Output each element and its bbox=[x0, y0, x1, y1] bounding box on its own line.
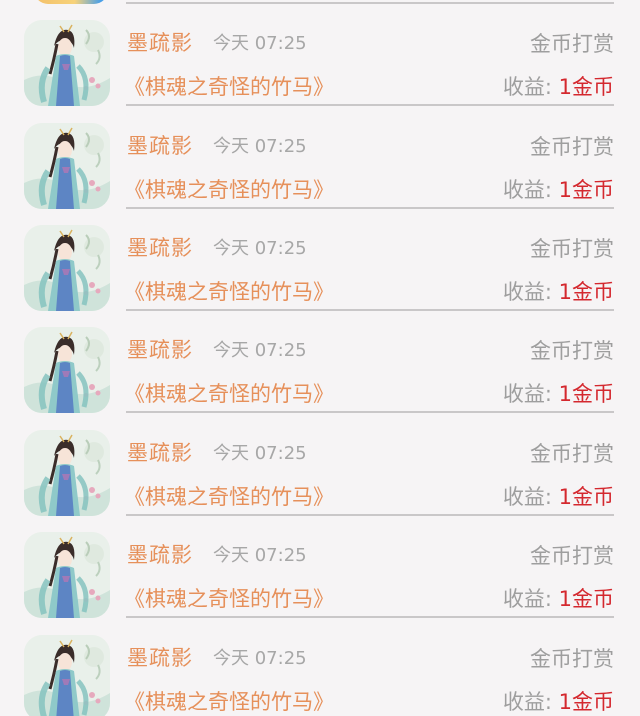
book-title[interactable]: 《棋魂之奇怪的竹马》 bbox=[124, 71, 334, 101]
action-type: 金币打赏 bbox=[530, 135, 614, 159]
user-name[interactable]: 墨疏影 bbox=[127, 642, 193, 672]
user-name[interactable]: 墨疏影 bbox=[127, 130, 193, 160]
action-type: 金币打赏 bbox=[530, 32, 614, 56]
list-item[interactable]: 墨疏影 今天 07:25 金币打赏 《棋魂之奇怪的竹马》 收益: 1金币 bbox=[0, 615, 640, 716]
earnings: 收益: 1金币 bbox=[503, 71, 614, 101]
action-type: 金币打赏 bbox=[530, 442, 614, 466]
avatar[interactable] bbox=[24, 123, 110, 209]
avatar[interactable] bbox=[24, 225, 110, 311]
list-item[interactable]: 墨疏影 今天 07:25 金币打赏 《棋魂之奇怪的竹马》 收益: 1金币 bbox=[0, 0, 640, 106]
user-avatar-illustration-icon bbox=[24, 225, 110, 311]
earnings-label: 收益: bbox=[502, 690, 559, 714]
reward-feed-screen: 墨疏影 今天 07:25 金币打赏 《棋魂之奇怪的竹马》 收益: 1金币 墨疏影… bbox=[0, 0, 640, 716]
earnings-value: 1金币 bbox=[558, 485, 614, 509]
timestamp: 今天 07:25 bbox=[213, 443, 307, 464]
avatar[interactable] bbox=[24, 327, 110, 413]
list-item[interactable]: 墨疏影 今天 07:25 金币打赏 《棋魂之奇怪的竹马》 收益: 1金币 bbox=[0, 205, 640, 311]
earnings-value: 1金币 bbox=[558, 280, 614, 304]
avatar[interactable] bbox=[24, 635, 110, 716]
list-item[interactable]: 墨疏影 今天 07:25 金币打赏 《棋魂之奇怪的竹马》 收益: 1金币 bbox=[0, 103, 640, 209]
timestamp: 今天 07:25 bbox=[213, 136, 307, 157]
earnings-value: 1金币 bbox=[558, 75, 614, 99]
list-item[interactable]: 墨疏影 今天 07:25 金币打赏 《棋魂之奇怪的竹马》 收益: 1金币 bbox=[0, 307, 640, 413]
earnings-label: 收益: bbox=[502, 280, 559, 304]
book-title[interactable]: 《棋魂之奇怪的竹马》 bbox=[124, 174, 334, 204]
user-avatar-illustration-icon bbox=[24, 327, 110, 413]
action-type: 金币打赏 bbox=[530, 544, 614, 568]
user-avatar-illustration-icon bbox=[24, 532, 110, 618]
book-title[interactable]: 《棋魂之奇怪的竹马》 bbox=[124, 276, 334, 306]
user-name[interactable]: 墨疏影 bbox=[127, 334, 193, 364]
user-name[interactable]: 墨疏影 bbox=[127, 27, 193, 57]
earnings-value: 1金币 bbox=[558, 690, 614, 714]
book-title[interactable]: 《棋魂之奇怪的竹马》 bbox=[124, 481, 334, 511]
timestamp: 今天 07:25 bbox=[213, 340, 307, 361]
earnings-value: 1金币 bbox=[558, 178, 614, 202]
action-type: 金币打赏 bbox=[530, 237, 614, 261]
avatar[interactable] bbox=[24, 430, 110, 516]
earnings-value: 1金币 bbox=[558, 382, 614, 406]
earnings: 收益: 1金币 bbox=[503, 378, 614, 408]
earnings: 收益: 1金币 bbox=[503, 583, 614, 613]
earnings-label: 收益: bbox=[502, 587, 559, 611]
avatar[interactable] bbox=[24, 532, 110, 618]
timestamp: 今天 07:25 bbox=[213, 545, 307, 566]
avatar[interactable] bbox=[24, 20, 110, 106]
list-item[interactable]: 墨疏影 今天 07:25 金币打赏 《棋魂之奇怪的竹马》 收益: 1金币 bbox=[0, 512, 640, 618]
earnings: 收益: 1金币 bbox=[503, 481, 614, 511]
earnings-label: 收益: bbox=[502, 75, 559, 99]
earnings: 收益: 1金币 bbox=[503, 686, 614, 716]
earnings-label: 收益: bbox=[502, 382, 559, 406]
book-title[interactable]: 《棋魂之奇怪的竹马》 bbox=[124, 583, 334, 613]
timestamp: 今天 07:25 bbox=[213, 648, 307, 669]
user-name[interactable]: 墨疏影 bbox=[127, 437, 193, 467]
user-name[interactable]: 墨疏影 bbox=[127, 232, 193, 262]
earnings: 收益: 1金币 bbox=[503, 276, 614, 306]
user-avatar-illustration-icon bbox=[24, 430, 110, 516]
earnings-label: 收益: bbox=[502, 178, 559, 202]
user-name[interactable]: 墨疏影 bbox=[127, 539, 193, 569]
user-avatar-illustration-icon bbox=[24, 20, 110, 106]
book-title[interactable]: 《棋魂之奇怪的竹马》 bbox=[124, 686, 334, 716]
earnings-value: 1金币 bbox=[558, 587, 614, 611]
user-avatar-illustration-icon bbox=[24, 123, 110, 209]
user-avatar-illustration-icon bbox=[24, 635, 110, 716]
timestamp: 今天 07:25 bbox=[213, 238, 307, 259]
earnings-label: 收益: bbox=[502, 485, 559, 509]
book-title[interactable]: 《棋魂之奇怪的竹马》 bbox=[124, 378, 334, 408]
earnings: 收益: 1金币 bbox=[503, 174, 614, 204]
action-type: 金币打赏 bbox=[530, 339, 614, 363]
timestamp: 今天 07:25 bbox=[213, 33, 307, 54]
list-item[interactable]: 墨疏影 今天 07:25 金币打赏 《棋魂之奇怪的竹马》 收益: 1金币 bbox=[0, 410, 640, 516]
action-type: 金币打赏 bbox=[530, 647, 614, 671]
